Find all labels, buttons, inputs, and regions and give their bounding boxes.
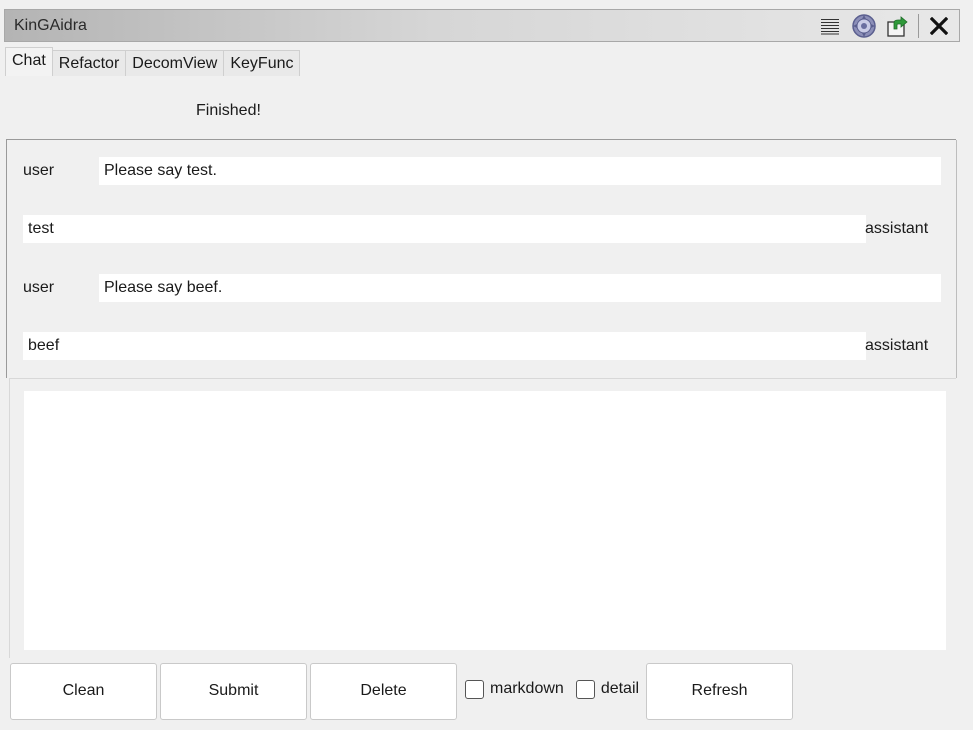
prompt-input[interactable]	[24, 391, 946, 650]
detail-checkbox-box[interactable]	[575, 679, 595, 699]
status-panel: Finished!	[6, 76, 956, 140]
message-role: user	[23, 279, 55, 296]
markdown-checkbox[interactable]: markdown	[465, 661, 564, 718]
title-bar-actions	[816, 13, 953, 39]
clean-button[interactable]: Clean	[10, 662, 157, 720]
prompt-input-container	[9, 378, 956, 658]
message-text[interactable]: test	[23, 215, 866, 243]
submit-button[interactable]: Submit	[160, 662, 307, 720]
detail-checkbox[interactable]: detail	[575, 661, 640, 718]
chat-message-user: user Please say test.	[7, 157, 958, 185]
detail-checkbox-label: detail	[600, 680, 640, 697]
message-text[interactable]: Please say test.	[99, 157, 941, 185]
chat-message-assistant: beef assistant	[7, 332, 958, 360]
markdown-checkbox-label: markdown	[490, 680, 564, 697]
status-text: Finished!	[196, 102, 261, 119]
message-role: user	[23, 162, 55, 179]
chat-message-user: user Please say beef.	[7, 274, 958, 302]
message-text[interactable]: Please say beef.	[99, 274, 941, 302]
settings-gear-icon[interactable]	[850, 13, 878, 39]
tab-refactor[interactable]: Refactor	[51, 50, 127, 76]
tab-bar: Chat Refactor DecomView KeyFunc	[5, 47, 301, 76]
window-title: KinGAidra	[14, 17, 87, 34]
action-bar: Clean Submit Delete markdown detail Refr…	[10, 662, 796, 720]
refresh-button[interactable]: Refresh	[646, 662, 794, 720]
close-icon[interactable]	[925, 13, 953, 39]
markdown-checkbox-box[interactable]	[465, 679, 484, 699]
delete-button[interactable]: Delete	[310, 662, 457, 720]
message-role: assistant	[865, 220, 929, 237]
tab-keyfunc[interactable]: KeyFunc	[223, 50, 301, 76]
tab-chat[interactable]: Chat	[5, 47, 53, 76]
title-bar-separator	[918, 14, 919, 38]
list-icon[interactable]	[816, 13, 844, 39]
chat-message-assistant: test assistant	[7, 215, 958, 243]
message-role: assistant	[865, 337, 929, 354]
message-text[interactable]: beef	[23, 332, 866, 360]
title-bar: KinGAidra	[4, 9, 960, 42]
export-icon[interactable]	[884, 13, 912, 39]
kingaidra-window: KinGAidra Chat Refactor DecomView KeyFun…	[0, 0, 973, 730]
tab-decomview[interactable]: DecomView	[125, 50, 225, 76]
chat-history: user Please say test. test assistant use…	[6, 140, 957, 378]
